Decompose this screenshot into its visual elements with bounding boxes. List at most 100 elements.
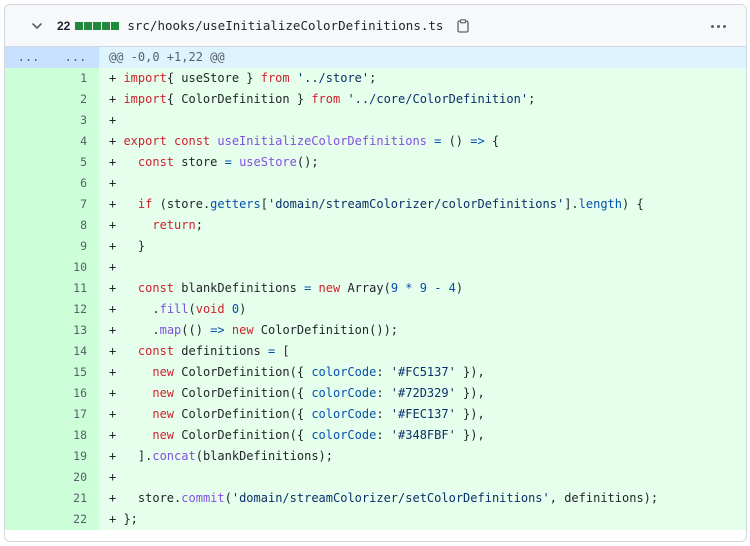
code-line: + import{ ColorDefinition } from '../cor… [99, 89, 746, 110]
code-token: '#72D329' [390, 386, 456, 400]
new-line-number[interactable]: 20 [52, 467, 99, 488]
new-line-number[interactable]: 12 [52, 299, 99, 320]
new-line-number[interactable]: 17 [52, 404, 99, 425]
new-line-number[interactable]: 18 [52, 425, 99, 446]
code-line: + [99, 467, 746, 488]
new-line-number[interactable]: 7 [52, 194, 99, 215]
code-token: + [109, 92, 124, 106]
diffstat-blocks [75, 21, 120, 30]
diffstat-block [75, 21, 84, 30]
copy-icon[interactable] [457, 18, 473, 34]
diff-line-row: 18 + new ColorDefinition({ colorCode: '#3… [5, 425, 746, 446]
code-line: + const blankDefinitions = new Array(9 *… [99, 278, 746, 299]
code-token: if [137, 197, 160, 211]
code-token: + [109, 407, 153, 421]
new-line-number[interactable]: 11 [52, 278, 99, 299]
old-line-number [5, 131, 52, 152]
code-token: ( [188, 302, 196, 316]
new-line-number[interactable]: 13 [52, 320, 99, 341]
new-line-number[interactable]: 19 [52, 446, 99, 467]
code-token: concat [152, 449, 196, 463]
diff-line-row: 9 + } [5, 236, 746, 257]
old-line-number [5, 446, 52, 467]
code-token: ColorDefinition({ [181, 407, 312, 421]
code-token: ; [195, 218, 203, 232]
code-line: + import{ useStore } from '../store'; [99, 68, 746, 89]
more-options-icon[interactable] [708, 17, 728, 35]
code-token: }), [455, 386, 485, 400]
code-token: ]. [564, 197, 579, 211]
code-token: store. [137, 491, 182, 505]
new-line-number[interactable]: 5 [52, 152, 99, 173]
hunk-header: @@ -0,0 +1,22 @@ [99, 47, 746, 68]
code-token: length [578, 197, 623, 211]
code-token: + [109, 113, 117, 127]
code-token: ColorDefinition({ [181, 386, 312, 400]
diff-line-row: 4 + export const useInitializeColorDefini… [5, 131, 746, 152]
new-line-number[interactable]: 21 [52, 488, 99, 509]
expand-down-button[interactable]: ... [52, 47, 99, 68]
diff-line-row: 2 + import{ ColorDefinition } from '../co… [5, 89, 746, 110]
code-token: map [159, 323, 182, 337]
old-line-number [5, 320, 52, 341]
code-token: + [109, 512, 124, 526]
code-token: from [311, 92, 341, 106]
diff-line-row: 16 + new ColorDefinition({ colorCode: '#7… [5, 383, 746, 404]
diff-table: ... ... @@ -0,0 +1,22 @@ 1 + import{ useS… [5, 47, 746, 530]
new-line-number[interactable]: 10 [52, 257, 99, 278]
new-line-number[interactable]: 4 [52, 131, 99, 152]
new-line-number[interactable]: 8 [52, 215, 99, 236]
code-token: '#348FBF' [390, 428, 456, 442]
collapse-chevron-icon[interactable] [25, 14, 49, 38]
code-token: const [137, 344, 182, 358]
new-line-number[interactable]: 6 [52, 173, 99, 194]
code-token: export const [123, 134, 218, 148]
hunk-header-row: ... ... @@ -0,0 +1,22 @@ [5, 47, 746, 68]
code-line: + .map(() => new ColorDefinition()); [99, 320, 746, 341]
new-line-number[interactable]: 15 [52, 362, 99, 383]
old-line-number [5, 425, 52, 446]
old-line-number [5, 488, 52, 509]
code-token: { [484, 134, 500, 148]
code-token: (blankDefinitions); [195, 449, 333, 463]
old-line-number [5, 194, 52, 215]
new-line-number[interactable]: 2 [52, 89, 99, 110]
new-line-number[interactable]: 14 [52, 341, 99, 362]
code-line: + ].concat(blankDefinitions); [99, 446, 746, 467]
code-token: { ColorDefinition } [166, 92, 312, 106]
change-count: 22 [57, 18, 71, 33]
code-token: '#FEC137' [390, 407, 456, 421]
old-line-number [5, 278, 52, 299]
code-token: void [195, 302, 232, 316]
code-token: + [109, 176, 117, 190]
code-token: ) [239, 302, 247, 316]
code-token: + [109, 344, 138, 358]
code-token: * [398, 281, 420, 295]
code-token: + [109, 470, 117, 484]
old-line-number [5, 362, 52, 383]
new-line-number[interactable]: 9 [52, 236, 99, 257]
code-token: return [152, 218, 196, 232]
new-line-number[interactable]: 1 [52, 68, 99, 89]
code-token: . [152, 302, 160, 316]
new-line-number[interactable]: 22 [52, 509, 99, 530]
code-token: + [109, 134, 124, 148]
diffstat-block [111, 21, 120, 30]
code-token: ) [455, 281, 464, 295]
code-token: 9 [419, 281, 427, 295]
code-token: ColorDefinition({ [181, 365, 312, 379]
code-line: + const definitions = [ [99, 341, 746, 362]
expand-up-button[interactable]: ... [5, 47, 52, 68]
new-line-number[interactable]: 16 [52, 383, 99, 404]
new-line-number[interactable]: 3 [52, 110, 99, 131]
file-path-link[interactable]: src/hooks/useInitializeColorDefinitions.… [127, 18, 443, 33]
code-token: const [137, 155, 182, 169]
code-token: }), [455, 365, 485, 379]
code-token: : [376, 386, 391, 400]
code-token: , definitions); [549, 491, 659, 505]
code-token: } [137, 239, 146, 253]
diff-line-row: 20 + [5, 467, 746, 488]
code-token: + [109, 155, 138, 169]
code-token: colorCode [311, 365, 377, 379]
old-line-number [5, 404, 52, 425]
